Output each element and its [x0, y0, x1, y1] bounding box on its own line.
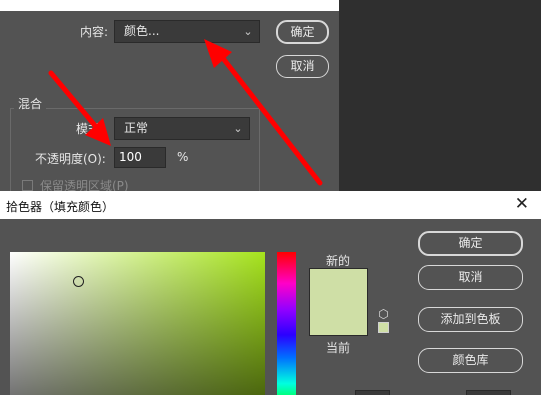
- annotation-arrows: [48, 39, 323, 186]
- annotation-arrow-shaft: [219, 54, 323, 186]
- annotation-arrow-shaft: [48, 70, 100, 131]
